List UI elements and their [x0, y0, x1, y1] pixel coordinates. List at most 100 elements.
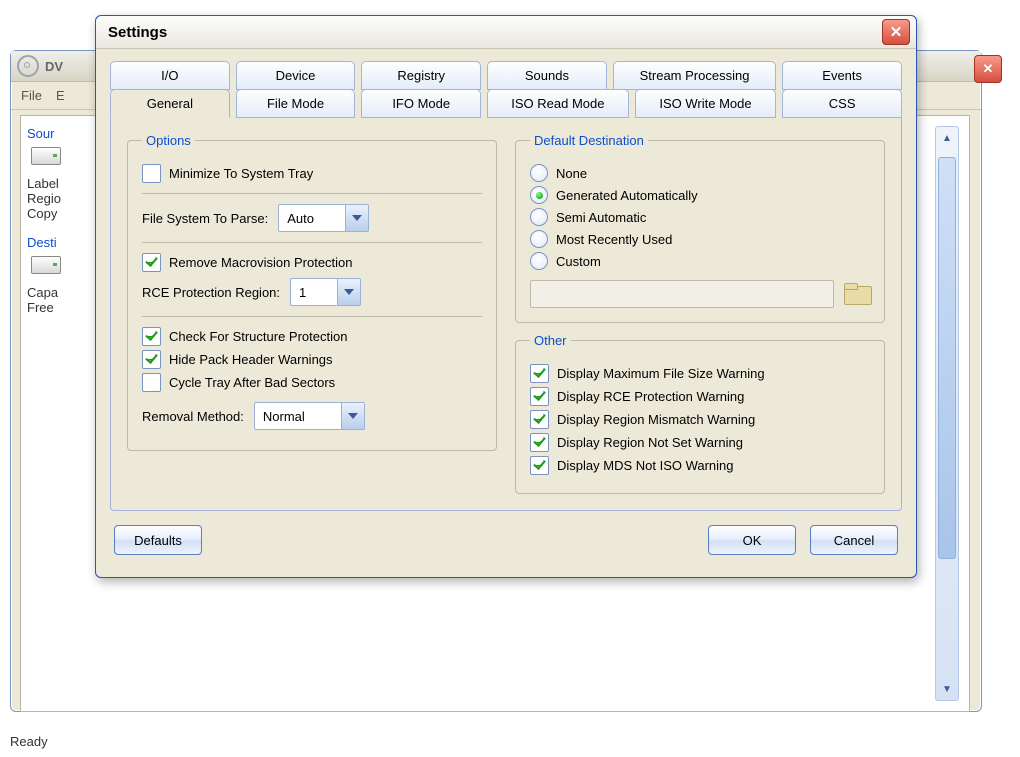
rce-region-select[interactable]: 1	[290, 278, 361, 306]
cycle-tray-option[interactable]: Cycle Tray After Bad Sectors	[142, 373, 482, 392]
chevron-down-icon[interactable]	[345, 205, 368, 231]
warn-filesize-checkbox[interactable]	[530, 364, 549, 383]
tab-row-2: General File Mode IFO Mode ISO Read Mode…	[110, 89, 902, 118]
tab-panel-general: Options Minimize To System Tray File Sys…	[110, 117, 902, 511]
structure-prot-option[interactable]: Check For Structure Protection	[142, 327, 482, 346]
minimize-label: Minimize To System Tray	[169, 166, 313, 181]
cycle-tray-label: Cycle Tray After Bad Sectors	[169, 375, 335, 390]
removal-method-label: Removal Method:	[142, 409, 244, 424]
settings-dialog: Settings ✕ I/O Device Registry Sounds St…	[95, 15, 917, 578]
options-legend: Options	[142, 133, 195, 148]
dest-semi-label: Semi Automatic	[556, 210, 646, 225]
tab-strip: I/O Device Registry Sounds Stream Proces…	[110, 61, 902, 118]
tab-sounds[interactable]: Sounds	[487, 61, 607, 90]
tab-stream-processing[interactable]: Stream Processing	[613, 61, 777, 90]
browse-folder-icon[interactable]	[844, 283, 870, 305]
warn-region-mismatch-label: Display Region Mismatch Warning	[557, 412, 755, 427]
tab-iso-write-mode[interactable]: ISO Write Mode	[635, 89, 777, 118]
removal-method-select[interactable]: Normal	[254, 402, 365, 430]
hide-pack-option[interactable]: Hide Pack Header Warnings	[142, 350, 482, 369]
warn-rce-label: Display RCE Protection Warning	[557, 389, 744, 404]
tab-general[interactable]: General	[110, 89, 230, 118]
main-title-text: DV	[45, 59, 63, 74]
defaults-button[interactable]: Defaults	[114, 525, 202, 555]
drive-icon-2	[31, 256, 61, 274]
warn-rce-checkbox[interactable]	[530, 387, 549, 406]
main-scrollbar[interactable]: ▲ ▼	[935, 126, 959, 701]
fs-parse-select[interactable]: Auto	[278, 204, 369, 232]
warn-mds-iso-checkbox[interactable]	[530, 456, 549, 475]
warn-region-mismatch-option[interactable]: Display Region Mismatch Warning	[530, 410, 870, 429]
dest-none-label: None	[556, 166, 587, 181]
main-close-button[interactable]: ✕	[974, 55, 1002, 83]
tab-io[interactable]: I/O	[110, 61, 230, 90]
tab-iso-read-mode[interactable]: ISO Read Mode	[487, 89, 629, 118]
dialog-title-bar: Settings ✕	[96, 16, 916, 49]
dest-semi-option[interactable]: Semi Automatic	[530, 208, 870, 226]
cycle-tray-checkbox[interactable]	[142, 373, 161, 392]
other-legend: Other	[530, 333, 571, 348]
dest-custom-label: Custom	[556, 254, 601, 269]
removal-method-value: Normal	[255, 409, 341, 424]
status-bar: Ready	[10, 734, 48, 749]
macrovision-option[interactable]: Remove Macrovision Protection	[142, 253, 482, 272]
fs-parse-value: Auto	[279, 211, 345, 226]
structure-prot-checkbox[interactable]	[142, 327, 161, 346]
warn-region-mismatch-checkbox[interactable]	[530, 410, 549, 429]
divider	[142, 193, 482, 194]
dest-auto-label: Generated Automatically	[556, 188, 698, 203]
other-group: Other Display Maximum File Size Warning …	[515, 333, 885, 494]
warn-region-notset-option[interactable]: Display Region Not Set Warning	[530, 433, 870, 452]
chevron-down-icon[interactable]	[337, 279, 360, 305]
dest-semi-radio[interactable]	[530, 208, 548, 226]
tab-file-mode[interactable]: File Mode	[236, 89, 356, 118]
dest-custom-option[interactable]: Custom	[530, 252, 870, 270]
dest-mru-radio[interactable]	[530, 230, 548, 248]
warn-mds-iso-option[interactable]: Display MDS Not ISO Warning	[530, 456, 870, 475]
dest-auto-radio[interactable]	[530, 186, 548, 204]
tab-events[interactable]: Events	[782, 61, 902, 90]
scroll-up-icon[interactable]: ▲	[936, 127, 958, 149]
scroll-thumb[interactable]	[938, 157, 956, 559]
tab-device[interactable]: Device	[236, 61, 356, 90]
tab-css[interactable]: CSS	[782, 89, 902, 118]
default-destination-legend: Default Destination	[530, 133, 648, 148]
ok-button[interactable]: OK	[708, 525, 796, 555]
tab-ifo-mode[interactable]: IFO Mode	[361, 89, 481, 118]
drive-icon	[31, 147, 61, 165]
scroll-down-icon[interactable]: ▼	[936, 678, 958, 700]
menu-e[interactable]: E	[56, 88, 65, 103]
cancel-button[interactable]: Cancel	[810, 525, 898, 555]
warn-rce-option[interactable]: Display RCE Protection Warning	[530, 387, 870, 406]
chevron-down-icon[interactable]	[341, 403, 364, 429]
hide-pack-checkbox[interactable]	[142, 350, 161, 369]
warn-region-notset-label: Display Region Not Set Warning	[557, 435, 743, 450]
structure-prot-label: Check For Structure Protection	[169, 329, 347, 344]
macrovision-checkbox[interactable]	[142, 253, 161, 272]
tab-registry[interactable]: Registry	[361, 61, 481, 90]
menu-file[interactable]: File	[21, 88, 42, 103]
rce-region-label: RCE Protection Region:	[142, 285, 280, 300]
dest-path-field[interactable]	[530, 280, 834, 308]
dest-none-option[interactable]: None	[530, 164, 870, 182]
minimize-checkbox[interactable]	[142, 164, 161, 183]
dialog-close-button[interactable]: ✕	[882, 19, 910, 45]
divider	[142, 316, 482, 317]
dest-none-radio[interactable]	[530, 164, 548, 182]
dest-mru-label: Most Recently Used	[556, 232, 672, 247]
divider	[142, 242, 482, 243]
fs-parse-label: File System To Parse:	[142, 211, 268, 226]
default-destination-group: Default Destination None Generated Autom…	[515, 133, 885, 323]
cd-icon	[17, 55, 39, 77]
options-group: Options Minimize To System Tray File Sys…	[127, 133, 497, 451]
warn-region-notset-checkbox[interactable]	[530, 433, 549, 452]
dest-custom-radio[interactable]	[530, 252, 548, 270]
minimize-to-tray-option[interactable]: Minimize To System Tray	[142, 164, 482, 183]
warn-filesize-label: Display Maximum File Size Warning	[557, 366, 765, 381]
dialog-body: I/O Device Registry Sounds Stream Proces…	[96, 49, 916, 577]
dest-auto-option[interactable]: Generated Automatically	[530, 186, 870, 204]
dest-mru-option[interactable]: Most Recently Used	[530, 230, 870, 248]
warn-filesize-option[interactable]: Display Maximum File Size Warning	[530, 364, 870, 383]
tab-row-1: I/O Device Registry Sounds Stream Proces…	[110, 61, 902, 90]
dialog-button-bar: Defaults OK Cancel	[110, 511, 902, 569]
